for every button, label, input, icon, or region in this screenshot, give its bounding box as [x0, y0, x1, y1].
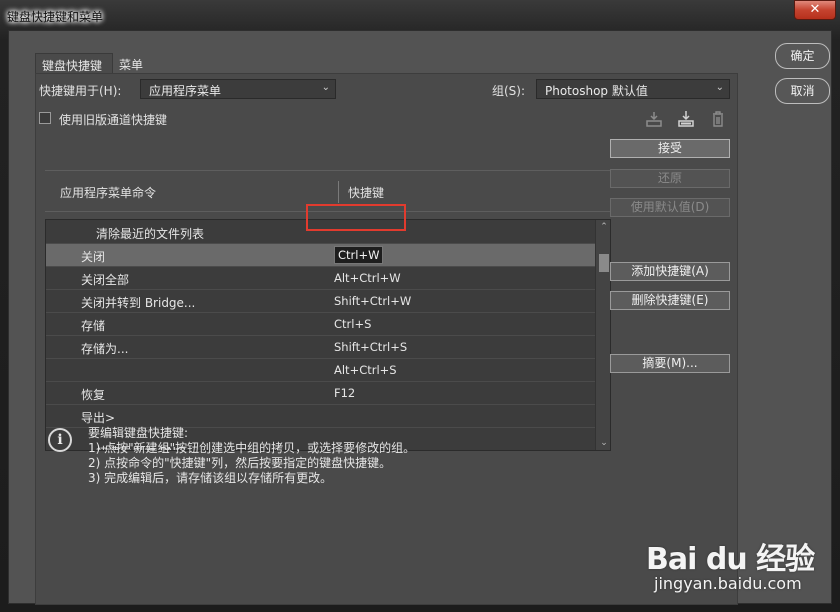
shortcut-cell: F12: [334, 386, 356, 400]
watermark-logo: Bai du 经验: [646, 542, 815, 577]
chevron-down-icon: ⌄: [321, 82, 330, 93]
shortcut-table: 清除最近的文件列表 关闭 Ctrl+W 关闭全部 Alt+Ctrl+W 关闭并转…: [45, 219, 611, 451]
chevron-down-icon[interactable]: ⌄: [596, 436, 610, 450]
tab-menus[interactable]: 菜单: [113, 53, 153, 73]
table-row[interactable]: 存储 Ctrl+S: [46, 313, 595, 336]
trash-icon[interactable]: [708, 110, 728, 128]
command-cell: 存储: [81, 319, 106, 333]
table-row[interactable]: 关闭并转到 Bridge... Shift+Ctrl+W: [46, 290, 595, 313]
table-row[interactable]: 恢复 F12: [46, 382, 595, 405]
group-select[interactable]: Photoshop 默认值 ⌄: [536, 79, 730, 99]
table-row[interactable]: Alt+Ctrl+S: [46, 359, 595, 382]
cancel-button[interactable]: 取消: [775, 78, 830, 104]
shortcuts-for-label: 快捷键用于(H):: [39, 84, 122, 98]
legacy-channel-checkbox[interactable]: [39, 112, 51, 124]
command-cell: 关闭全部: [81, 273, 130, 287]
watermark: Bai du 经验 jingyan.baidu.com: [640, 520, 836, 608]
legacy-channel-label: 使用旧版通道快捷键: [59, 113, 168, 127]
info-line: 3) 完成编辑后，请存储该组以存储所有更改。: [88, 471, 333, 485]
column-header-command: 应用程序菜单命令: [60, 186, 157, 200]
column-header-shortcut: 快捷键: [348, 186, 385, 200]
save-set-icon[interactable]: [644, 110, 664, 128]
shortcut-cell[interactable]: Ctrl+W: [334, 246, 384, 264]
shortcut-cell: Shift+Ctrl+W: [334, 294, 412, 308]
new-set-icon[interactable]: [676, 110, 696, 128]
shortcut-cell: Alt+Ctrl+S: [334, 363, 397, 377]
shortcut-cell: Shift+Ctrl+S: [334, 340, 408, 354]
ok-button[interactable]: 确定: [775, 43, 830, 69]
close-button[interactable]: ✕: [794, 0, 836, 20]
use-default-button[interactable]: 使用默认值(D): [610, 198, 730, 217]
highlight-annotation: [306, 204, 406, 231]
title-bar: 键盘快捷键和菜单 ✕: [0, 0, 840, 30]
watermark-url: jingyan.baidu.com: [654, 574, 802, 593]
window: 键盘快捷键和菜单 ✕ 键盘快捷键 菜单 快捷键用于(H): 应用程序菜单 ⌄ 组…: [0, 0, 840, 612]
command-cell: 清除最近的文件列表: [96, 227, 205, 241]
table-row-selected[interactable]: 关闭 Ctrl+W: [46, 244, 595, 267]
shortcut-cell: Alt+Ctrl+W: [334, 271, 401, 285]
vertical-scrollbar[interactable]: ⌃ ⌄: [595, 220, 610, 450]
chevron-down-icon: ⌄: [715, 82, 724, 93]
window-title-text: 键盘快捷键和菜单: [7, 10, 104, 24]
table-row[interactable]: 存储为... Shift+Ctrl+S: [46, 336, 595, 359]
window-title: 键盘快捷键和菜单: [7, 8, 103, 25]
scrollbar-thumb[interactable]: [599, 254, 609, 272]
info-icon: i: [48, 428, 72, 452]
command-cell: 关闭: [81, 250, 106, 264]
command-cell: 关闭并转到 Bridge...: [81, 296, 196, 310]
tab-keyboard-shortcuts[interactable]: 键盘快捷键: [35, 53, 113, 73]
delete-shortcut-button[interactable]: 删除快捷键(E): [610, 291, 730, 310]
group-value: Photoshop 默认值: [545, 84, 648, 98]
command-cell: 存储为...: [81, 342, 129, 356]
shortcut-edit-field[interactable]: Ctrl+W: [334, 246, 384, 264]
shortcut-cell: Ctrl+S: [334, 317, 372, 331]
shortcuts-for-value: 应用程序菜单: [149, 84, 222, 98]
dialog-body: 键盘快捷键 菜单 快捷键用于(H): 应用程序菜单 ⌄ 组(S): Photos…: [8, 30, 832, 605]
chevron-up-icon[interactable]: ⌃: [596, 220, 610, 234]
add-shortcut-button[interactable]: 添加快捷键(A): [610, 262, 730, 281]
summarize-button[interactable]: 摘要(M)...: [610, 354, 730, 373]
column-divider: [338, 181, 339, 203]
command-cell: 恢复: [81, 388, 106, 402]
group-label: 组(S):: [492, 84, 526, 98]
undo-button[interactable]: 还原: [610, 169, 730, 188]
table-row[interactable]: 关闭全部 Alt+Ctrl+W: [46, 267, 595, 290]
shortcuts-for-select[interactable]: 应用程序菜单 ⌄: [140, 79, 336, 99]
accept-button[interactable]: 接受: [610, 139, 730, 158]
